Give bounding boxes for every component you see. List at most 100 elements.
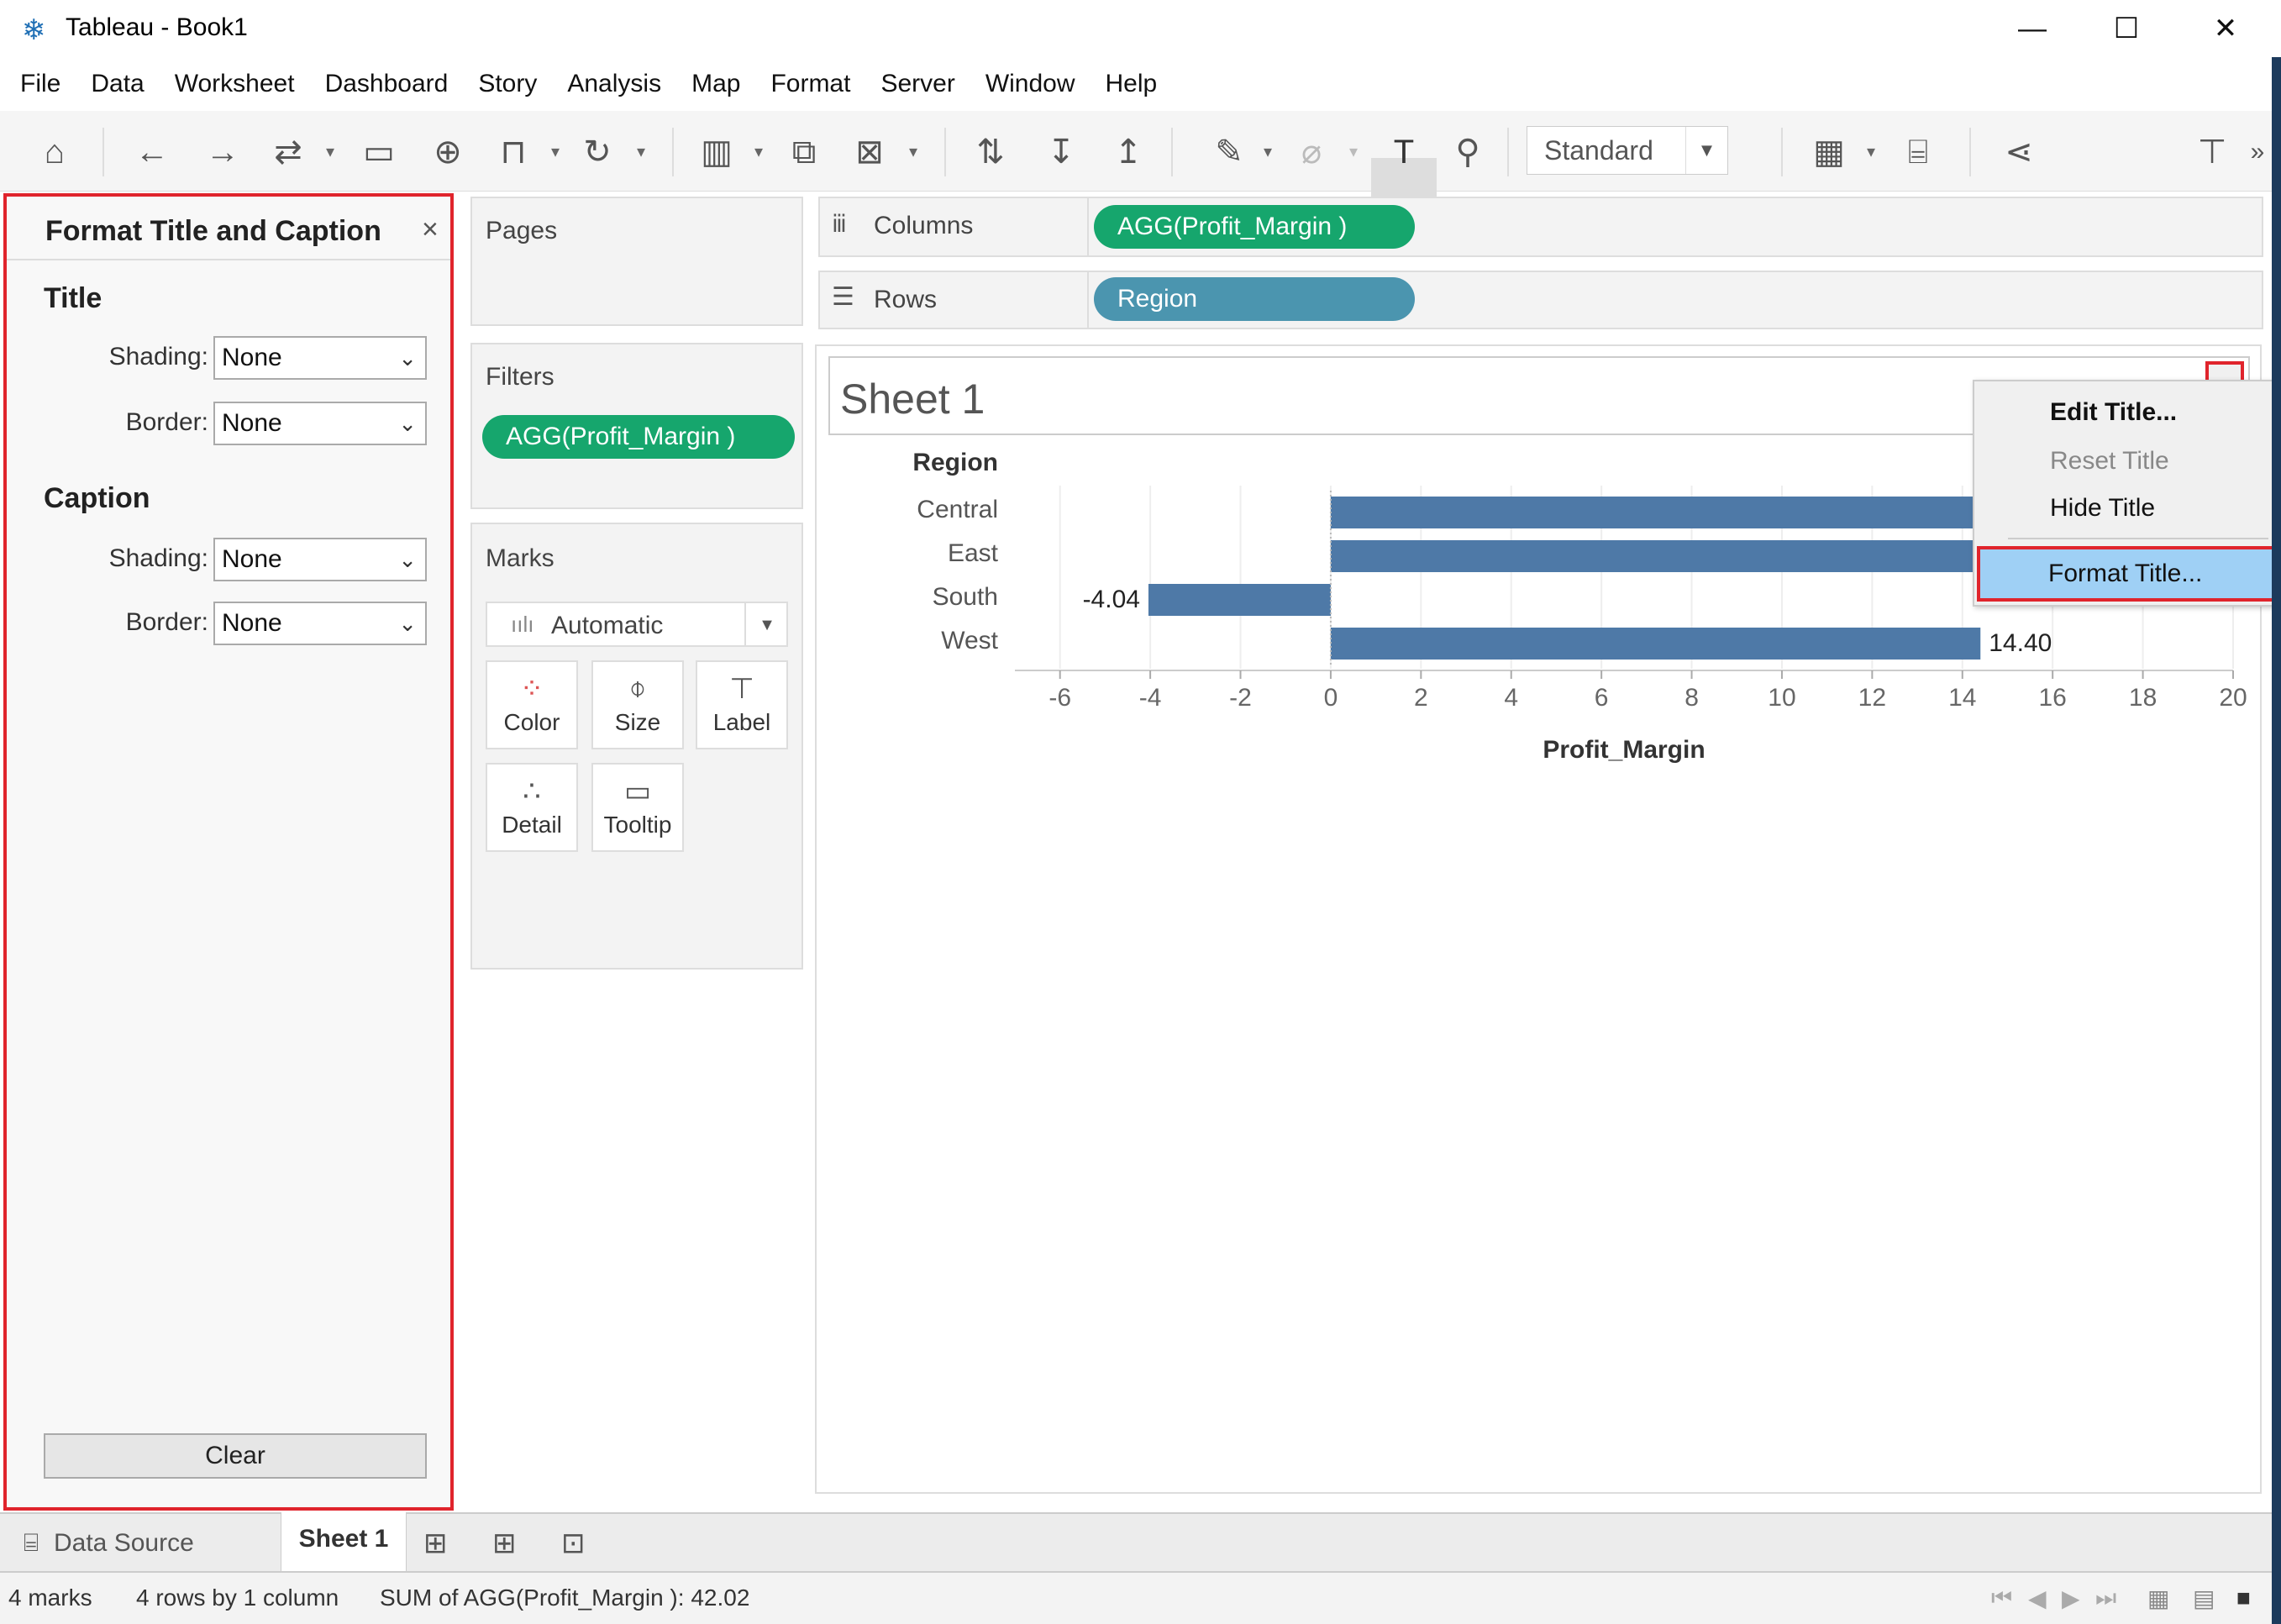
menu-dashboard[interactable]: Dashboard	[325, 70, 449, 98]
window-title: Tableau - Book1	[66, 13, 248, 41]
home-icon[interactable]: ⌂	[32, 129, 77, 175]
bar	[1330, 628, 1981, 660]
save-icon[interactable]: ▭	[356, 129, 402, 175]
sort-ascending-icon[interactable]: ↧	[1038, 129, 1084, 175]
replay-icon[interactable]: ⇄	[265, 129, 311, 175]
menu-file[interactable]: File	[20, 70, 60, 98]
menu-item-reset-title[interactable]: Reset Title	[2050, 447, 2169, 476]
chevron-down-icon[interactable]: ▾	[326, 141, 334, 162]
title-border-select[interactable]: None ⌄	[213, 402, 427, 445]
refresh-icon[interactable]: ↻	[575, 129, 620, 175]
size-button[interactable]: ⌽ Size	[591, 660, 684, 749]
undo-icon[interactable]: ←	[129, 129, 175, 175]
tick-label: 20	[2219, 684, 2247, 712]
columns-label: Columns	[874, 212, 974, 239]
chevron-down-icon[interactable]: ▼	[1685, 127, 1727, 174]
highlight-icon[interactable]: ✎	[1206, 129, 1252, 175]
mark-type-select[interactable]: ıılı Automatic ▼	[486, 602, 788, 647]
fit-select-value: Standard	[1544, 135, 1653, 166]
data-label: 14.40	[1989, 629, 2052, 657]
menu-format[interactable]: Format	[770, 70, 850, 98]
sort-descending-icon[interactable]: ↥	[1106, 129, 1151, 175]
caption-section-heading: Caption	[44, 482, 150, 514]
filters-card: Filters AGG(Profit_Margin )	[470, 343, 803, 509]
menu-server[interactable]: Server	[880, 70, 954, 98]
chevron-down-icon[interactable]: ▾	[637, 141, 645, 162]
chevron-down-icon[interactable]: ▾	[754, 141, 763, 162]
menu-map[interactable]: Map	[691, 70, 740, 98]
status-marks: 4 marks	[8, 1585, 92, 1611]
maximize-button[interactable]: ☐	[2097, 7, 2156, 50]
group-paperclip-icon[interactable]: ⌀	[1289, 129, 1334, 175]
fit-select[interactable]: Standard ▼	[1527, 126, 1728, 175]
caption-border-select[interactable]: None ⌄	[213, 602, 427, 645]
share-icon[interactable]: ⋖	[1996, 129, 2042, 175]
pin-icon[interactable]: ⚲	[1445, 129, 1490, 175]
minimize-button[interactable]: —	[2003, 7, 2062, 50]
new-dashboard-icon[interactable]: ⊞	[492, 1514, 517, 1573]
tooltip-icon: ▭	[623, 775, 652, 807]
category-label: East	[948, 539, 999, 567]
chevron-down-icon[interactable]: ▾	[1867, 141, 1875, 162]
tick-label: 2	[1414, 684, 1428, 712]
nav-prev-icon[interactable]: ◀	[2028, 1585, 2047, 1612]
menu-analysis[interactable]: Analysis	[567, 70, 661, 98]
menu-help[interactable]: Help	[1106, 70, 1158, 98]
pause-update-icon[interactable]: ⊓	[491, 129, 536, 175]
toolbar-separator	[1781, 128, 1783, 176]
menu-worksheet[interactable]: Worksheet	[175, 70, 295, 98]
presentation-icon[interactable]: ⌸	[1895, 129, 1941, 175]
redo-icon[interactable]: →	[200, 129, 245, 175]
swap-rows-columns-icon[interactable]: ⇅	[968, 129, 1013, 175]
title-border-label: Border:	[125, 408, 208, 436]
title-shading-select[interactable]: None ⌄	[213, 336, 427, 380]
tabs-view-icon[interactable]: ■	[2236, 1585, 2251, 1611]
tooltip-button[interactable]: ▭ Tooltip	[591, 763, 684, 852]
menu-window[interactable]: Window	[985, 70, 1075, 98]
new-story-icon[interactable]: ⊡	[561, 1514, 586, 1573]
sheet-1-tab[interactable]: Sheet 1	[281, 1512, 407, 1571]
new-worksheet-icon[interactable]: ⊞	[423, 1514, 448, 1573]
chevron-down-icon[interactable]: ▾	[909, 141, 917, 162]
caption-shading-select[interactable]: None ⌄	[213, 538, 427, 581]
nav-last-icon[interactable]: ⏭	[2095, 1585, 2116, 1612]
chevron-down-icon: ⌄	[398, 611, 417, 636]
filmstrip-view-icon[interactable]: ▤	[2193, 1585, 2215, 1612]
nav-first-icon[interactable]: ⏮	[1991, 1585, 2012, 1612]
menu-item-hide-title[interactable]: Hide Title	[2050, 494, 2155, 523]
rows-pill[interactable]: Region	[1094, 277, 1415, 321]
columns-pill[interactable]: AGG(Profit_Margin )	[1094, 205, 1415, 249]
toolbar-overflow-icon[interactable]: »	[2245, 129, 2270, 175]
detail-button[interactable]: ∴ Detail	[486, 763, 578, 852]
chevron-down-icon[interactable]: ▾	[1264, 141, 1272, 162]
chevron-down-icon[interactable]: ▾	[551, 141, 560, 162]
nav-next-icon[interactable]: ▶	[2062, 1585, 2080, 1612]
new-worksheet-icon[interactable]: ▥	[694, 129, 739, 175]
toolbar-separator	[102, 128, 104, 176]
clear-sheet-icon[interactable]: ⊠	[847, 129, 892, 175]
close-icon[interactable]: ×	[422, 213, 439, 246]
show-me-signpost-icon[interactable]: ⊤	[2189, 129, 2235, 175]
label-button[interactable]: ⊤ Label	[696, 660, 788, 749]
text-label-icon[interactable]: T	[1381, 129, 1427, 175]
filter-pill[interactable]: AGG(Profit_Margin )	[482, 415, 795, 459]
label-label: Label	[712, 709, 771, 735]
show-me-icon[interactable]: ▦	[1806, 129, 1852, 175]
chevron-down-icon[interactable]: ▾	[1349, 141, 1358, 162]
menu-item-format-title[interactable]: Format Title...	[1977, 546, 2276, 602]
color-button[interactable]: ⁘ Color	[486, 660, 578, 749]
status-dims: 4 rows by 1 column	[136, 1585, 339, 1611]
grid-view-icon[interactable]: ▦	[2147, 1585, 2169, 1612]
menu-item-edit-title[interactable]: Edit Title...	[2050, 398, 2177, 427]
x-axis-title: Profit_Margin	[1543, 736, 1705, 764]
close-button[interactable]: ✕	[2196, 7, 2255, 50]
chevron-down-icon: ⌄	[398, 547, 417, 572]
menu-story[interactable]: Story	[478, 70, 537, 98]
category-label: West	[941, 627, 998, 654]
clear-button[interactable]: Clear	[44, 1433, 427, 1479]
title-shading-label: Shading:	[108, 343, 208, 371]
duplicate-icon[interactable]: ⧉	[781, 129, 827, 175]
menu-data[interactable]: Data	[91, 70, 144, 98]
data-source-tab[interactable]: Data Source	[54, 1514, 194, 1573]
new-datasource-icon[interactable]: ⊕	[425, 129, 470, 175]
